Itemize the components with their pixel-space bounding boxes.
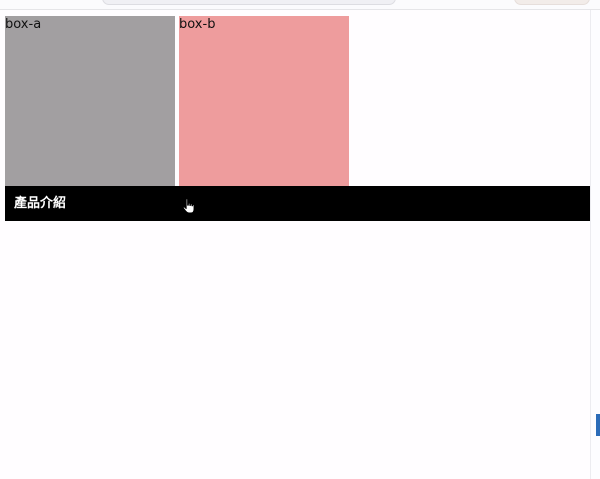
box-a: box-a: [5, 16, 175, 186]
box-b-label: box-b: [179, 17, 216, 32]
vertical-scrollbar[interactable]: [590, 10, 600, 479]
page-content: box-a box-b 產品介紹: [0, 10, 590, 479]
hand-pointer-icon: [182, 198, 195, 214]
address-bar[interactable]: [102, 0, 396, 5]
nav-item-product-intro[interactable]: 產品介紹: [14, 186, 66, 221]
box-b: box-b: [179, 16, 349, 186]
box-a-label: box-a: [5, 17, 42, 32]
edge-indicator: [596, 414, 600, 436]
nav-bar[interactable]: 產品介紹: [5, 186, 590, 221]
browser-toolbar: [0, 0, 600, 10]
toolbar-button[interactable]: [514, 0, 590, 5]
